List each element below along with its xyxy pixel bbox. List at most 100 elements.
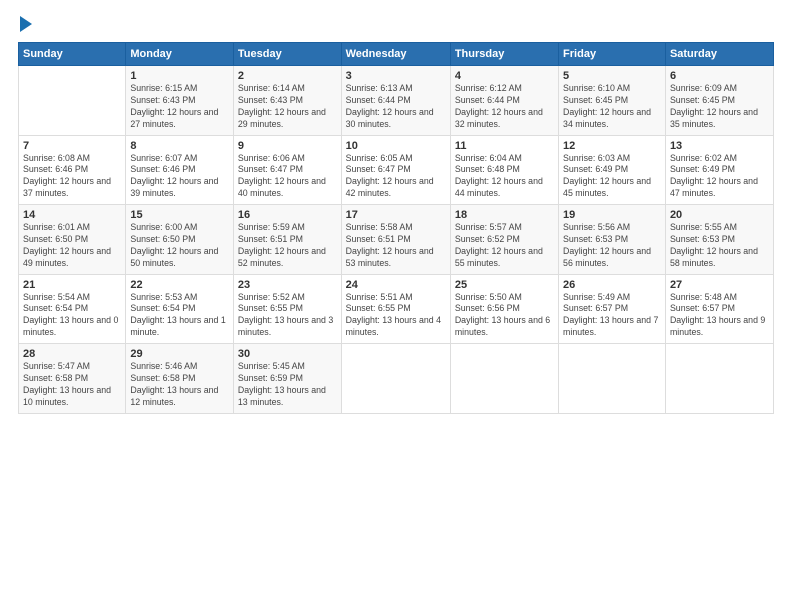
week-row-4: 21Sunrise: 5:54 AM Sunset: 6:54 PM Dayli… bbox=[19, 274, 774, 344]
calendar-cell: 22Sunrise: 5:53 AM Sunset: 6:54 PM Dayli… bbox=[126, 274, 234, 344]
day-number: 6 bbox=[670, 70, 769, 82]
day-detail: Sunrise: 5:56 AM Sunset: 6:53 PM Dayligh… bbox=[563, 222, 661, 270]
logo-arrow-icon bbox=[20, 16, 32, 32]
day-number: 26 bbox=[563, 279, 661, 291]
header-cell-friday: Friday bbox=[559, 43, 666, 66]
calendar-cell: 13Sunrise: 6:02 AM Sunset: 6:49 PM Dayli… bbox=[665, 135, 773, 205]
calendar-cell bbox=[19, 66, 126, 136]
day-number: 27 bbox=[670, 279, 769, 291]
header-row: SundayMondayTuesdayWednesdayThursdayFrid… bbox=[19, 43, 774, 66]
calendar-cell bbox=[341, 344, 450, 414]
day-number: 9 bbox=[238, 140, 337, 152]
day-detail: Sunrise: 5:48 AM Sunset: 6:57 PM Dayligh… bbox=[670, 292, 769, 340]
day-number: 30 bbox=[238, 348, 337, 360]
week-row-5: 28Sunrise: 5:47 AM Sunset: 6:58 PM Dayli… bbox=[19, 344, 774, 414]
day-number: 24 bbox=[346, 279, 446, 291]
calendar-cell: 18Sunrise: 5:57 AM Sunset: 6:52 PM Dayli… bbox=[450, 205, 558, 275]
day-number: 8 bbox=[130, 140, 229, 152]
calendar-cell: 23Sunrise: 5:52 AM Sunset: 6:55 PM Dayli… bbox=[233, 274, 341, 344]
day-number: 18 bbox=[455, 209, 554, 221]
calendar-cell: 21Sunrise: 5:54 AM Sunset: 6:54 PM Dayli… bbox=[19, 274, 126, 344]
header-cell-wednesday: Wednesday bbox=[341, 43, 450, 66]
day-detail: Sunrise: 6:10 AM Sunset: 6:45 PM Dayligh… bbox=[563, 83, 661, 131]
day-detail: Sunrise: 5:50 AM Sunset: 6:56 PM Dayligh… bbox=[455, 292, 554, 340]
day-detail: Sunrise: 5:58 AM Sunset: 6:51 PM Dayligh… bbox=[346, 222, 446, 270]
calendar-cell: 26Sunrise: 5:49 AM Sunset: 6:57 PM Dayli… bbox=[559, 274, 666, 344]
day-detail: Sunrise: 6:02 AM Sunset: 6:49 PM Dayligh… bbox=[670, 153, 769, 201]
calendar-cell: 17Sunrise: 5:58 AM Sunset: 6:51 PM Dayli… bbox=[341, 205, 450, 275]
week-row-3: 14Sunrise: 6:01 AM Sunset: 6:50 PM Dayli… bbox=[19, 205, 774, 275]
day-number: 21 bbox=[23, 279, 121, 291]
logo bbox=[18, 18, 32, 32]
calendar-cell: 19Sunrise: 5:56 AM Sunset: 6:53 PM Dayli… bbox=[559, 205, 666, 275]
day-detail: Sunrise: 6:14 AM Sunset: 6:43 PM Dayligh… bbox=[238, 83, 337, 131]
day-number: 28 bbox=[23, 348, 121, 360]
header-cell-tuesday: Tuesday bbox=[233, 43, 341, 66]
day-number: 5 bbox=[563, 70, 661, 82]
calendar-cell: 14Sunrise: 6:01 AM Sunset: 6:50 PM Dayli… bbox=[19, 205, 126, 275]
header-cell-monday: Monday bbox=[126, 43, 234, 66]
day-detail: Sunrise: 5:57 AM Sunset: 6:52 PM Dayligh… bbox=[455, 222, 554, 270]
day-number: 16 bbox=[238, 209, 337, 221]
day-number: 25 bbox=[455, 279, 554, 291]
header-cell-saturday: Saturday bbox=[665, 43, 773, 66]
day-detail: Sunrise: 5:54 AM Sunset: 6:54 PM Dayligh… bbox=[23, 292, 121, 340]
day-detail: Sunrise: 6:07 AM Sunset: 6:46 PM Dayligh… bbox=[130, 153, 229, 201]
calendar-cell: 7Sunrise: 6:08 AM Sunset: 6:46 PM Daylig… bbox=[19, 135, 126, 205]
calendar-cell bbox=[559, 344, 666, 414]
day-detail: Sunrise: 6:12 AM Sunset: 6:44 PM Dayligh… bbox=[455, 83, 554, 131]
day-number: 15 bbox=[130, 209, 229, 221]
day-detail: Sunrise: 5:53 AM Sunset: 6:54 PM Dayligh… bbox=[130, 292, 229, 340]
calendar-cell: 6Sunrise: 6:09 AM Sunset: 6:45 PM Daylig… bbox=[665, 66, 773, 136]
day-number: 4 bbox=[455, 70, 554, 82]
day-detail: Sunrise: 6:13 AM Sunset: 6:44 PM Dayligh… bbox=[346, 83, 446, 131]
day-number: 14 bbox=[23, 209, 121, 221]
day-number: 3 bbox=[346, 70, 446, 82]
day-detail: Sunrise: 6:09 AM Sunset: 6:45 PM Dayligh… bbox=[670, 83, 769, 131]
calendar-cell: 8Sunrise: 6:07 AM Sunset: 6:46 PM Daylig… bbox=[126, 135, 234, 205]
calendar-cell: 10Sunrise: 6:05 AM Sunset: 6:47 PM Dayli… bbox=[341, 135, 450, 205]
day-number: 29 bbox=[130, 348, 229, 360]
header bbox=[18, 18, 774, 32]
day-number: 11 bbox=[455, 140, 554, 152]
day-detail: Sunrise: 6:08 AM Sunset: 6:46 PM Dayligh… bbox=[23, 153, 121, 201]
calendar-cell: 20Sunrise: 5:55 AM Sunset: 6:53 PM Dayli… bbox=[665, 205, 773, 275]
calendar-cell bbox=[665, 344, 773, 414]
day-number: 19 bbox=[563, 209, 661, 221]
day-number: 17 bbox=[346, 209, 446, 221]
calendar-cell: 3Sunrise: 6:13 AM Sunset: 6:44 PM Daylig… bbox=[341, 66, 450, 136]
day-number: 1 bbox=[130, 70, 229, 82]
day-detail: Sunrise: 5:52 AM Sunset: 6:55 PM Dayligh… bbox=[238, 292, 337, 340]
calendar-cell: 12Sunrise: 6:03 AM Sunset: 6:49 PM Dayli… bbox=[559, 135, 666, 205]
logo-text bbox=[18, 18, 32, 32]
calendar-cell bbox=[450, 344, 558, 414]
calendar-cell: 16Sunrise: 5:59 AM Sunset: 6:51 PM Dayli… bbox=[233, 205, 341, 275]
calendar-table: SundayMondayTuesdayWednesdayThursdayFrid… bbox=[18, 42, 774, 414]
day-detail: Sunrise: 6:15 AM Sunset: 6:43 PM Dayligh… bbox=[130, 83, 229, 131]
day-detail: Sunrise: 5:45 AM Sunset: 6:59 PM Dayligh… bbox=[238, 361, 337, 409]
day-detail: Sunrise: 6:05 AM Sunset: 6:47 PM Dayligh… bbox=[346, 153, 446, 201]
day-detail: Sunrise: 5:55 AM Sunset: 6:53 PM Dayligh… bbox=[670, 222, 769, 270]
day-number: 10 bbox=[346, 140, 446, 152]
day-number: 13 bbox=[670, 140, 769, 152]
calendar-cell: 28Sunrise: 5:47 AM Sunset: 6:58 PM Dayli… bbox=[19, 344, 126, 414]
calendar-cell: 5Sunrise: 6:10 AM Sunset: 6:45 PM Daylig… bbox=[559, 66, 666, 136]
calendar-cell: 27Sunrise: 5:48 AM Sunset: 6:57 PM Dayli… bbox=[665, 274, 773, 344]
day-number: 23 bbox=[238, 279, 337, 291]
day-detail: Sunrise: 5:51 AM Sunset: 6:55 PM Dayligh… bbox=[346, 292, 446, 340]
day-detail: Sunrise: 5:46 AM Sunset: 6:58 PM Dayligh… bbox=[130, 361, 229, 409]
day-number: 2 bbox=[238, 70, 337, 82]
header-cell-thursday: Thursday bbox=[450, 43, 558, 66]
day-detail: Sunrise: 5:59 AM Sunset: 6:51 PM Dayligh… bbox=[238, 222, 337, 270]
day-number: 22 bbox=[130, 279, 229, 291]
day-detail: Sunrise: 5:47 AM Sunset: 6:58 PM Dayligh… bbox=[23, 361, 121, 409]
calendar-cell: 2Sunrise: 6:14 AM Sunset: 6:43 PM Daylig… bbox=[233, 66, 341, 136]
day-number: 7 bbox=[23, 140, 121, 152]
calendar-cell: 25Sunrise: 5:50 AM Sunset: 6:56 PM Dayli… bbox=[450, 274, 558, 344]
calendar-cell: 24Sunrise: 5:51 AM Sunset: 6:55 PM Dayli… bbox=[341, 274, 450, 344]
day-detail: Sunrise: 6:04 AM Sunset: 6:48 PM Dayligh… bbox=[455, 153, 554, 201]
calendar-cell: 29Sunrise: 5:46 AM Sunset: 6:58 PM Dayli… bbox=[126, 344, 234, 414]
calendar-cell: 1Sunrise: 6:15 AM Sunset: 6:43 PM Daylig… bbox=[126, 66, 234, 136]
day-detail: Sunrise: 6:01 AM Sunset: 6:50 PM Dayligh… bbox=[23, 222, 121, 270]
day-detail: Sunrise: 5:49 AM Sunset: 6:57 PM Dayligh… bbox=[563, 292, 661, 340]
